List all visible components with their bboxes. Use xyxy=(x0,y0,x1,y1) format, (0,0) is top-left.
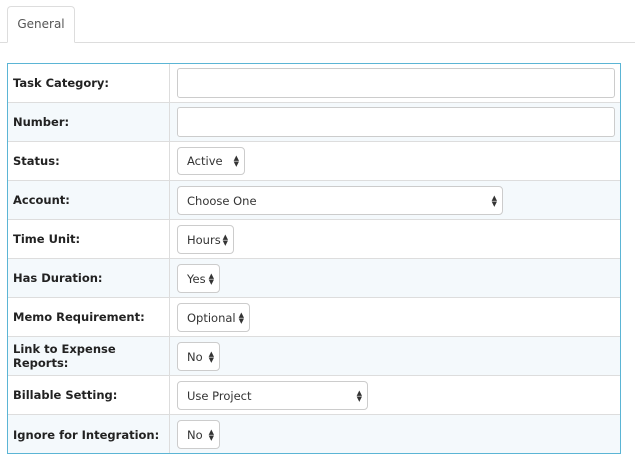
ignore-integration-label: Ignore for Integration: xyxy=(13,428,160,442)
number-label: Number: xyxy=(13,115,70,129)
row-time-unit: Time Unit: Hours ▲ ▼ xyxy=(8,220,620,259)
updown-chevron-icon: ▲ ▼ xyxy=(208,271,214,286)
row-number: Number: xyxy=(8,103,620,142)
link-expense-select[interactable]: No ▲ ▼ xyxy=(177,342,220,371)
number-input[interactable] xyxy=(177,107,615,137)
updown-chevron-icon: ▲ ▼ xyxy=(208,427,214,442)
billable-setting-select-value: Use Project xyxy=(187,388,252,403)
column-divider xyxy=(169,376,170,414)
task-category-input[interactable] xyxy=(177,68,615,98)
task-category-label: Task Category: xyxy=(13,76,110,90)
memo-requirement-select-value: Optional xyxy=(187,310,236,325)
status-select-value: Active xyxy=(187,154,223,168)
updown-chevron-icon: ▲ ▼ xyxy=(356,388,362,403)
task-category-form: Task Category: Number: Status: Active ▲ ▼… xyxy=(7,63,621,454)
tab-bar: General xyxy=(0,0,635,43)
column-divider xyxy=(169,337,170,375)
column-divider xyxy=(169,220,170,258)
row-status: Status: Active ▲ ▼ xyxy=(8,142,620,181)
row-has-duration: Has Duration: Yes ▲ ▼ xyxy=(8,259,620,298)
account-select-value: Choose One xyxy=(187,193,257,208)
column-divider xyxy=(169,142,170,180)
status-select[interactable]: Active ▲ ▼ xyxy=(177,147,245,175)
column-divider xyxy=(169,181,170,219)
column-divider xyxy=(169,415,170,453)
time-unit-select[interactable]: Hours ▲ ▼ xyxy=(177,225,234,254)
ignore-integration-select[interactable]: No ▲ ▼ xyxy=(177,420,220,449)
updown-chevron-icon: ▲ ▼ xyxy=(233,154,239,168)
link-expense-label: Link to Expense Reports: xyxy=(13,342,116,370)
updown-chevron-icon: ▲ ▼ xyxy=(208,349,214,364)
memo-requirement-select[interactable]: Optional ▲ ▼ xyxy=(177,303,250,332)
row-link-expense-reports: Link to Expense Reports: No ▲ ▼ xyxy=(8,337,620,376)
row-billable-setting: Billable Setting: Use Project ▲ ▼ xyxy=(8,376,620,415)
tab-bar-divider xyxy=(0,42,635,43)
row-task-category: Task Category: xyxy=(8,64,620,103)
column-divider xyxy=(169,259,170,297)
column-divider xyxy=(169,298,170,336)
time-unit-select-value: Hours xyxy=(187,232,221,247)
has-duration-select[interactable]: Yes ▲ ▼ xyxy=(177,264,220,293)
column-divider xyxy=(169,103,170,141)
updown-chevron-icon: ▲ ▼ xyxy=(238,310,244,325)
row-memo-requirement: Memo Requirement: Optional ▲ ▼ xyxy=(8,298,620,337)
account-label: Account: xyxy=(13,193,70,207)
updown-chevron-icon: ▲ ▼ xyxy=(491,193,497,208)
tab-general[interactable]: General xyxy=(7,6,75,43)
status-label: Status: xyxy=(13,154,60,168)
has-duration-select-value: Yes xyxy=(187,271,206,286)
ignore-integration-select-value: No xyxy=(187,427,203,442)
updown-chevron-icon: ▲ ▼ xyxy=(222,232,228,247)
column-divider xyxy=(169,64,170,102)
link-expense-select-value: No xyxy=(187,349,203,364)
has-duration-label: Has Duration: xyxy=(13,271,103,285)
billable-setting-select[interactable]: Use Project ▲ ▼ xyxy=(177,381,368,410)
account-select[interactable]: Choose One ▲ ▼ xyxy=(177,186,503,215)
row-account: Account: Choose One ▲ ▼ xyxy=(8,181,620,220)
memo-requirement-label: Memo Requirement: xyxy=(13,310,145,324)
billable-setting-label: Billable Setting: xyxy=(13,388,118,402)
time-unit-label: Time Unit: xyxy=(13,232,81,246)
row-ignore-integration: Ignore for Integration: No ▲ ▼ xyxy=(8,415,620,453)
